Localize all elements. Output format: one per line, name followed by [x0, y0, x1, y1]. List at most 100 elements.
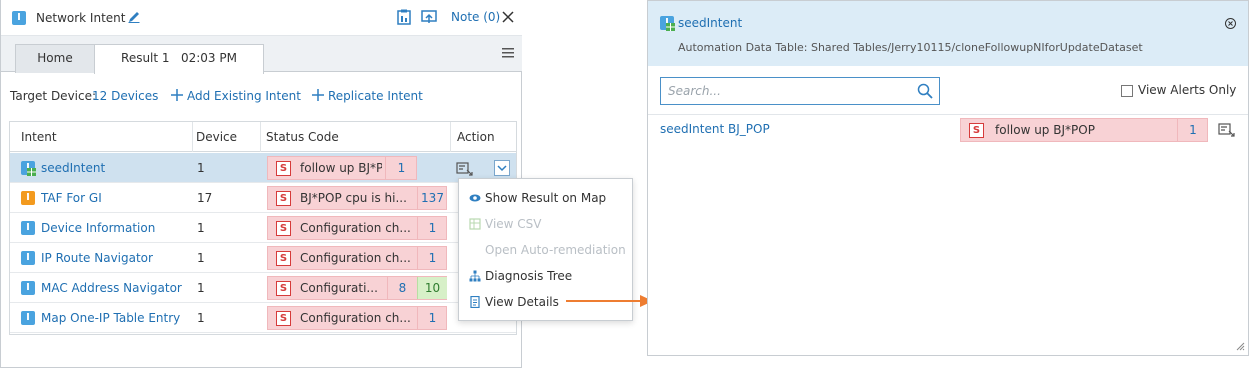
status-count[interactable]: 8	[387, 277, 417, 299]
intent-name-link[interactable]: Device Information	[41, 213, 191, 243]
target-device-count-link[interactable]: 12 Devices	[92, 89, 158, 103]
status-code-cell[interactable]: S follow up BJ*POP 1	[960, 118, 1208, 142]
column-header-status-code[interactable]: Status Code	[266, 122, 339, 152]
intent-grid: Intent Device Status Code Action I seedI…	[9, 121, 517, 335]
details-header: I seedIntent Automation Data Table: Shar…	[648, 1, 1248, 66]
tab-home[interactable]: Home	[15, 44, 95, 73]
status-s-icon: S	[276, 161, 291, 176]
column-header-action[interactable]: Action	[457, 122, 495, 152]
status-text: Configuration ch...	[300, 221, 411, 235]
status-count[interactable]: 1	[417, 247, 447, 269]
intent-icon: I	[21, 221, 35, 235]
status-text: follow up BJ*POP	[995, 123, 1095, 137]
intent-details-panel: I seedIntent Automation Data Table: Shar…	[647, 0, 1249, 356]
details-row-name[interactable]: seedIntent BJ_POP	[660, 122, 770, 136]
status-count-green[interactable]: 10	[417, 277, 447, 299]
device-count: 1	[197, 311, 205, 325]
column-divider	[450, 122, 451, 152]
table-row[interactable]: I Device Information 1 S Configuration c…	[10, 213, 516, 243]
status-count[interactable]: 1	[417, 307, 447, 329]
menu-item-view-csv: View CSV	[459, 211, 632, 237]
note-link[interactable]: Note (0)	[451, 10, 500, 24]
status-text: Configuration ch...	[300, 311, 411, 325]
clipboard-icon[interactable]	[397, 9, 411, 25]
status-code-cell[interactable]: S Configuration ch... 1	[267, 246, 447, 270]
search-icon[interactable]	[917, 83, 933, 99]
target-toolbar: Target Device: 12 Devices Add Existing I…	[1, 84, 522, 110]
add-existing-intent-button[interactable]: Add Existing Intent	[187, 89, 301, 103]
intent-app-icon: I	[12, 11, 26, 25]
intent-name-link[interactable]: Map One-IP Table Entry	[41, 303, 191, 333]
intent-icon: I	[21, 251, 35, 265]
replicate-intent-button[interactable]: Replicate Intent	[328, 89, 423, 103]
table-row[interactable]: I TAF For GI 17 S BJ*POP cpu is hi... 13…	[10, 183, 516, 213]
details-title: seedIntent	[678, 16, 743, 30]
close-icon[interactable]	[1225, 18, 1236, 29]
status-text: BJ*POP cpu is hi...	[300, 191, 407, 205]
view-alerts-only-checkbox[interactable]	[1121, 85, 1133, 97]
hamburger-menu-icon[interactable]	[501, 47, 515, 59]
status-text: follow up BJ*POP	[300, 161, 382, 175]
intent-name-link[interactable]: MAC Address Navigator	[41, 273, 191, 303]
device-count: 17	[197, 191, 213, 205]
menu-item-diagnosis-tree[interactable]: Diagnosis Tree	[459, 263, 632, 289]
status-code-cell[interactable]: S Configuration ch... 1	[267, 216, 447, 240]
tree-icon	[469, 270, 481, 282]
status-s-icon: S	[276, 311, 291, 326]
table-row[interactable]: I MAC Address Navigator 1 S Configurati.…	[10, 273, 516, 303]
tab-result-1[interactable]: Result 1 02:03 PM	[94, 44, 264, 74]
plus-icon	[311, 88, 325, 102]
plus-icon	[170, 88, 184, 102]
external-window-icon[interactable]	[421, 10, 437, 24]
action-dropdown-button[interactable]	[494, 160, 510, 176]
eye-icon	[469, 194, 481, 202]
close-icon[interactable]	[501, 10, 515, 24]
target-device-label: Target Device:	[10, 89, 97, 103]
grid-header: Intent Device Status Code Action	[10, 122, 516, 152]
status-text: Configuration ch...	[300, 251, 411, 265]
device-count: 1	[197, 251, 205, 265]
column-divider	[192, 122, 193, 152]
status-s-icon: S	[276, 191, 291, 206]
intent-table-icon: I	[21, 161, 36, 176]
chevron-down-icon	[497, 165, 507, 172]
menu-item-show-result-on-map[interactable]: Show Result on Map	[459, 185, 632, 211]
details-subtitle: Automation Data Table: Shared Tables/Jer…	[678, 41, 1143, 54]
status-count[interactable]: 137	[417, 187, 447, 209]
status-code-cell[interactable]: S Configurati... 8 10	[267, 276, 447, 300]
resize-handle-icon[interactable]	[1236, 342, 1245, 351]
document-icon	[470, 296, 480, 308]
edit-pencil-icon[interactable]	[127, 10, 141, 24]
status-code-cell[interactable]: S follow up BJ*POP 1	[267, 156, 417, 180]
table-row[interactable]: I seedIntent 1 S follow up BJ*POP 1	[10, 153, 516, 183]
device-count: 1	[197, 161, 205, 175]
intent-name-link[interactable]: seedIntent	[41, 153, 191, 183]
view-result-icon[interactable]	[456, 161, 474, 177]
panel-titlebar: I Network Intent Note (0)	[1, 0, 522, 36]
intent-icon: I	[21, 311, 35, 325]
view-alerts-only-label: View Alerts Only	[1138, 83, 1237, 97]
status-count[interactable]: 1	[417, 217, 447, 239]
status-count[interactable]: 1	[1177, 119, 1208, 141]
menu-item-view-details[interactable]: View Details	[459, 289, 632, 315]
device-count: 1	[197, 281, 205, 295]
menu-item-open-auto-remediation: Open Auto-remediation	[485, 243, 626, 257]
intent-name-link[interactable]: TAF For GI	[41, 183, 191, 213]
status-s-icon: S	[276, 251, 291, 266]
intent-name-link[interactable]: IP Route Navigator	[41, 243, 191, 273]
status-count[interactable]: 1	[385, 157, 417, 179]
view-result-icon[interactable]	[1218, 122, 1236, 138]
column-header-intent[interactable]: Intent	[21, 122, 57, 152]
table-row[interactable]: I Map One-IP Table Entry 1 S Configurati…	[10, 303, 516, 333]
column-header-device[interactable]: Device	[196, 122, 237, 152]
status-code-cell[interactable]: S BJ*POP cpu is hi... 137	[267, 186, 447, 210]
status-s-icon: S	[276, 221, 291, 236]
table-row[interactable]: I IP Route Navigator 1 S Configuration c…	[10, 243, 516, 273]
tab-bar: Home Result 1 02:03 PM	[1, 36, 522, 74]
network-intent-panel: I Network Intent Note (0) Home Result 1 …	[0, 0, 522, 368]
status-code-cell[interactable]: S Configuration ch... 1	[267, 306, 447, 330]
device-count: 1	[197, 221, 205, 235]
column-divider	[260, 122, 261, 152]
search-input[interactable]: Search...	[660, 77, 940, 105]
status-text: Configurati...	[300, 281, 378, 295]
